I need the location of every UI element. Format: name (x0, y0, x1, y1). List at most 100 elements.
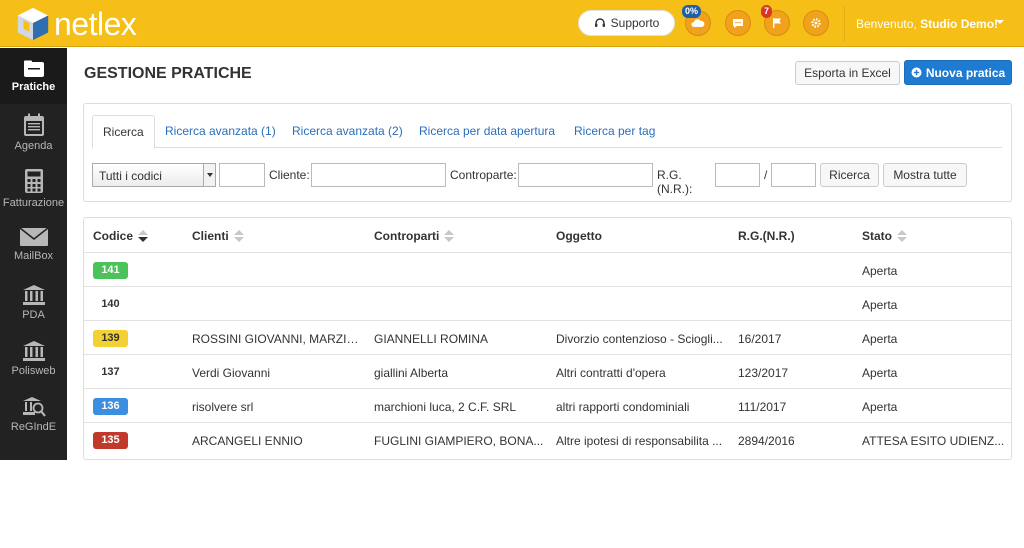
column-label: Stato (862, 229, 892, 243)
controparte-input[interactable] (518, 163, 653, 187)
rg-number-input[interactable] (715, 163, 760, 187)
tab-ricerca-data-apertura[interactable]: Ricerca per data apertura (409, 115, 565, 148)
codici-select-value: Tutti i codici (99, 169, 162, 183)
sort-icon[interactable] (233, 230, 244, 242)
cell-stato: ATTESA ESITO UDIENZ... (862, 434, 1005, 448)
sort-icon[interactable] (897, 230, 907, 242)
sidebar-item-pda[interactable]: PDA (0, 274, 67, 330)
top-divider (844, 6, 845, 42)
search-tabs: Ricerca Ricerca avanzata (1) Ricerca ava… (92, 115, 1002, 149)
cell-clienti: risolvere srl (192, 400, 254, 414)
support-button[interactable]: Supporto (578, 10, 675, 36)
cell-controparti: giallini Alberta (374, 366, 449, 380)
notifications-badge: 7 (761, 5, 773, 18)
sidebar-item-label: MailBox (13, 249, 54, 262)
column-header-stato[interactable]: Stato (862, 229, 907, 243)
column-header-rg: R.G.(N.R.) (738, 229, 795, 243)
settings-button[interactable] (803, 10, 829, 36)
app: netlex Supporto 0% 7 Benvenuto, Studio D… (0, 0, 1024, 460)
table-row[interactable]: 139 ROSSINI GIOVANNI, MARZIA... GIANNELL… (84, 320, 1011, 354)
column-header-controparti[interactable]: Controparti (374, 229, 455, 243)
cell-controparti: GIANNELLI ROMINA (374, 332, 489, 346)
chevron-down-icon (203, 164, 215, 186)
tab-ricerca-avanzata-2[interactable]: Ricerca avanzata (2) (282, 115, 413, 148)
code-badge: 141 (93, 262, 128, 279)
column-label: R.G.(N.R.) (738, 229, 795, 243)
courthouse-icon (22, 340, 45, 361)
show-all-button[interactable]: Mostra tutte (883, 163, 967, 187)
code-badge: 140 (101, 298, 120, 310)
sidebar-item-fatturazione[interactable]: Fatturazione (0, 160, 67, 216)
cell-rg: 123/2017 (738, 366, 789, 380)
gear-icon (811, 18, 821, 28)
registry-icon (22, 396, 46, 417)
headset-icon (594, 18, 605, 27)
column-header-codice[interactable]: Codice (93, 229, 149, 243)
cloud-badge: 0% (682, 5, 702, 18)
sort-icon[interactable] (138, 230, 149, 242)
sidebar-item-mailbox[interactable]: MailBox (0, 216, 67, 272)
controparte-label: Controparte: (450, 168, 517, 182)
new-pratica-label: Nuova pratica (925, 65, 1006, 80)
cloud-button[interactable]: 0% (682, 5, 711, 36)
cell-oggetto: altri rapporti condominiali (556, 400, 690, 414)
calendar-icon (23, 113, 44, 136)
code-badge: 137 (101, 366, 120, 378)
new-pratica-button[interactable]: Nuova pratica (904, 60, 1012, 85)
chevron-down-icon[interactable] (996, 20, 1004, 24)
tab-ricerca-tag[interactable]: Ricerca per tag (564, 115, 665, 148)
cell-stato: Aperta (862, 298, 898, 312)
code-badge: 135 (93, 432, 128, 449)
search-panel: Ricerca Ricerca avanzata (1) Ricerca ava… (83, 103, 1012, 202)
cell-oggetto: Altre ipotesi di responsabilita ... (556, 434, 723, 448)
cell-clienti: ROSSINI GIOVANNI, MARZIA... (192, 332, 362, 346)
sidebar-item-agenda[interactable]: Agenda (0, 104, 67, 160)
codice-input[interactable] (219, 163, 265, 187)
table-row[interactable]: 137 Verdi Giovanni giallini Alberta Altr… (84, 354, 1011, 388)
table-row[interactable]: 141 Aperta (84, 252, 1011, 286)
sort-icon[interactable] (444, 230, 455, 242)
user-menu[interactable]: Benvenuto, Studio Demo! (856, 17, 998, 31)
column-label: Oggetto (556, 229, 602, 243)
cloud-icon (691, 19, 705, 27)
tab-ricerca[interactable]: Ricerca (92, 115, 155, 149)
column-header-clienti[interactable]: Clienti (192, 229, 244, 243)
rg-year-input[interactable] (771, 163, 816, 187)
sidebar-item-label: Pratiche (11, 80, 56, 93)
sidebar: Pratiche Agenda Fatturazione MailBox PDA… (0, 48, 67, 460)
flag-icon (773, 18, 781, 28)
table-row[interactable]: 136 risolvere srl marchioni luca, 2 C.F.… (84, 388, 1011, 422)
cell-clienti: ARCANGELI ENNIO (192, 434, 303, 448)
table-row[interactable]: 140 Aperta (84, 286, 1011, 320)
cell-rg: 2894/2016 (738, 434, 795, 448)
support-label: Supporto (610, 16, 660, 30)
cliente-input[interactable] (311, 163, 446, 187)
rg-slash: / (764, 168, 768, 182)
cell-stato: Aperta (862, 332, 898, 346)
sidebar-item-label: ReGIndE (10, 420, 57, 433)
search-button[interactable]: Ricerca (820, 163, 879, 187)
pratiche-table: Codice Clienti Controparti Oggetto R.G.(… (83, 217, 1012, 460)
cell-clienti: Verdi Giovanni (192, 366, 271, 380)
tab-ricerca-avanzata-1[interactable]: Ricerca avanzata (1) (155, 115, 286, 148)
sidebar-item-regginde[interactable]: ReGIndE (0, 386, 67, 442)
sidebar-item-label: Polisweb (11, 364, 56, 377)
cell-stato: Aperta (862, 264, 898, 278)
cell-oggetto: Divorzio contenzioso - Sciogli... (556, 332, 723, 346)
column-header-oggetto: Oggetto (556, 229, 602, 243)
cell-oggetto: Altri contratti d'opera (556, 366, 666, 380)
logo[interactable]: netlex (14, 4, 137, 44)
export-excel-button[interactable]: Esporta in Excel (795, 61, 900, 85)
codici-select[interactable]: Tutti i codici (92, 163, 216, 187)
cell-stato: Aperta (862, 400, 898, 414)
welcome-user: Studio Demo! (920, 17, 999, 31)
column-label: Clienti (192, 229, 229, 243)
notifications-button[interactable]: 7 (761, 5, 790, 36)
sidebar-item-label: PDA (22, 308, 45, 321)
table-row[interactable]: 135 ARCANGELI ENNIO FUGLINI GIAMPIERO, B… (84, 422, 1011, 456)
sidebar-item-label: Fatturazione (2, 196, 65, 209)
sidebar-item-polisweb[interactable]: Polisweb (0, 330, 67, 386)
chat-icon (733, 18, 743, 28)
sidebar-item-pratiche[interactable]: Pratiche (0, 48, 67, 104)
chat-button[interactable] (725, 10, 751, 36)
